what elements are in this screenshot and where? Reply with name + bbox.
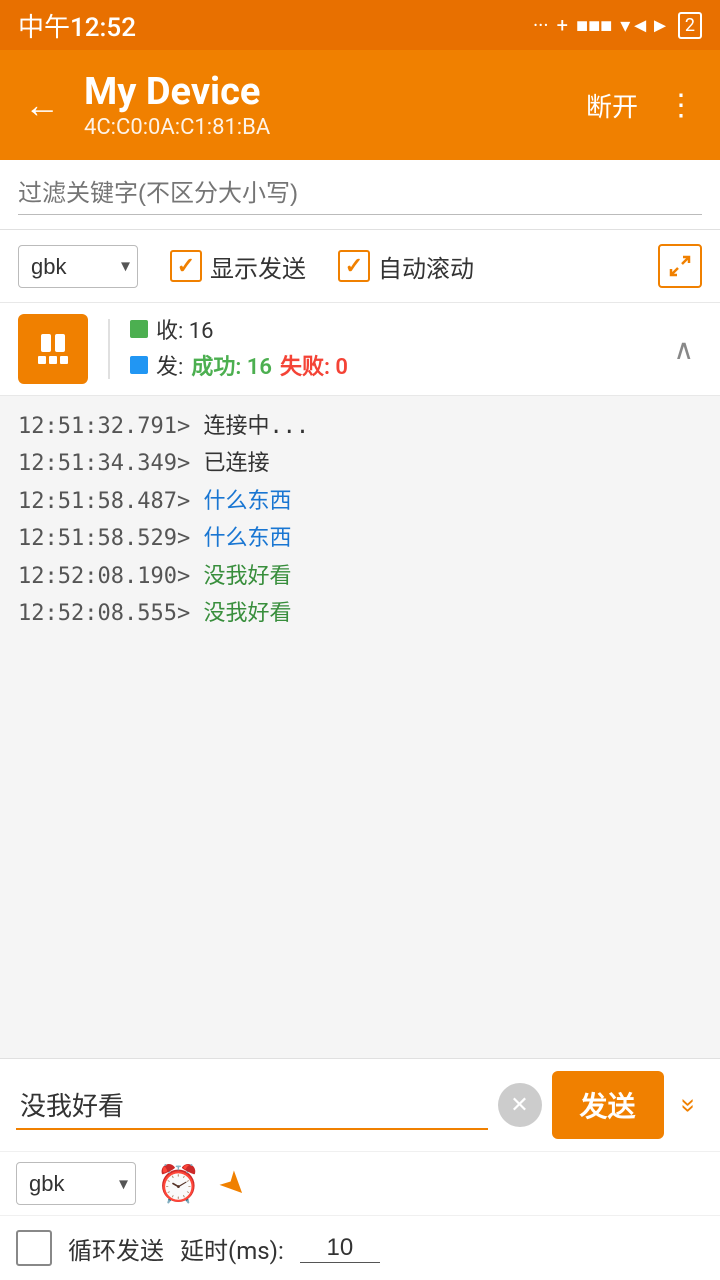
status-time: 中午12:52: [18, 7, 136, 44]
history-button[interactable]: ⏰: [156, 1163, 201, 1205]
filter-input[interactable]: [18, 174, 702, 215]
loop-checkbox[interactable]: [16, 1230, 52, 1266]
app-bar-title-block: My Device 4C:C0:0A:C1:81:BA: [84, 70, 566, 141]
signal-dots-icon: ···: [533, 13, 549, 37]
log-message: 连接中...: [203, 414, 309, 439]
battery-icon: 2: [678, 12, 702, 39]
wifi-icon: ▾◄►: [620, 13, 670, 38]
sent-stat: 发: 成功: 16 失败: 0: [130, 349, 654, 381]
divider: [108, 319, 110, 379]
log-message: 什么东西: [203, 489, 291, 514]
log-message: 已连接: [203, 451, 269, 476]
log-entry: 12:52:08.555> 没我好看: [18, 595, 702, 632]
back-button[interactable]: ←: [16, 79, 68, 131]
log-time: 12:52:08.190>: [18, 564, 190, 589]
log-area: 12:51:32.791> 连接中...12:51:34.349> 已连接12:…: [0, 396, 720, 896]
auto-scroll-label: 自动滚动: [378, 249, 474, 284]
controls-row: gbk utf-8 ascii 显示发送 自动滚动: [0, 230, 720, 303]
bottom-area: ✕ 发送 » gbk utf-8 ascii ⏰ ➤ 循环发送 延时(ms):: [0, 1058, 720, 1280]
input-row: ✕ 发送 »: [0, 1059, 720, 1152]
scroll-down-button[interactable]: »: [665, 1090, 712, 1120]
auto-scroll-group: 自动滚动: [338, 249, 474, 284]
log-time: 12:51:32.791>: [18, 414, 190, 439]
sent-dot: [130, 356, 148, 374]
log-time: 12:51:58.487>: [18, 489, 190, 514]
auto-scroll-checkbox[interactable]: [338, 250, 370, 282]
fail-count: 失败: 0: [280, 349, 348, 381]
stats-row: 收: 16 发: 成功: 16 失败: 0 ∧: [0, 303, 720, 396]
log-entry: 12:51:34.349> 已连接: [18, 445, 702, 482]
delay-input[interactable]: [300, 1234, 380, 1263]
log-time: 12:51:58.529>: [18, 526, 190, 551]
log-time: 12:52:08.555>: [18, 601, 190, 626]
message-input[interactable]: [16, 1081, 488, 1130]
stats-text: 收: 16 发: 成功: 16 失败: 0: [130, 313, 654, 385]
encoding-select[interactable]: gbk utf-8 ascii: [18, 245, 138, 288]
encoding-select-wrap: gbk utf-8 ascii: [18, 245, 138, 288]
received-label: 收: 16: [156, 313, 214, 345]
pause-icon: [41, 334, 65, 352]
log-time: 12:51:34.349>: [18, 451, 190, 476]
encoding-select-wrap-2: gbk utf-8 ascii: [16, 1162, 136, 1205]
sent-label: 发:: [156, 349, 183, 381]
disconnect-button[interactable]: 断开: [582, 79, 642, 132]
loop-row: 循环发送 延时(ms):: [0, 1216, 720, 1280]
signal-bars-icon: ■■■: [576, 13, 612, 38]
log-message: 没我好看: [203, 564, 291, 589]
show-send-label: 显示发送: [210, 249, 306, 284]
log-entry: 12:51:32.791> 连接中...: [18, 408, 702, 445]
log-message: 什么东西: [203, 526, 291, 551]
encoding-select-2[interactable]: gbk utf-8 ascii: [16, 1162, 136, 1205]
log-entry: 12:51:58.487> 什么东西: [18, 483, 702, 520]
expand-button[interactable]: [658, 244, 702, 288]
show-send-group: 显示发送: [170, 249, 306, 284]
received-stat: 收: 16: [130, 313, 654, 345]
log-entry: 12:52:08.190> 没我好看: [18, 558, 702, 595]
send-button[interactable]: 发送: [552, 1071, 664, 1139]
log-entry: 12:51:58.529> 什么东西: [18, 520, 702, 557]
delay-label: 延时(ms):: [180, 1231, 284, 1266]
device-address: 4C:C0:0A:C1:81:BA: [84, 115, 566, 140]
status-bar: 中午12:52 ··· + ■■■ ▾◄► 2: [0, 0, 720, 50]
pause-clear-button[interactable]: [18, 314, 88, 384]
bluetooth-icon: +: [557, 13, 568, 37]
send-icon-button[interactable]: ➤: [211, 1161, 257, 1207]
bottom-controls-row: gbk utf-8 ascii ⏰ ➤: [0, 1152, 720, 1216]
app-bar: ← My Device 4C:C0:0A:C1:81:BA 断开 ⋮: [0, 50, 720, 160]
received-dot: [130, 320, 148, 338]
more-options-button[interactable]: ⋮: [658, 80, 704, 131]
loop-label: 循环发送: [68, 1231, 164, 1266]
clear-input-button[interactable]: ✕: [498, 1083, 542, 1127]
log-message: 没我好看: [203, 601, 291, 626]
show-send-checkbox[interactable]: [170, 250, 202, 282]
filter-row: [0, 160, 720, 230]
collapse-button[interactable]: ∧: [666, 325, 703, 374]
device-name: My Device: [84, 70, 566, 116]
success-count: 成功: 16: [191, 349, 272, 381]
status-icons: ··· + ■■■ ▾◄► 2: [533, 12, 702, 39]
